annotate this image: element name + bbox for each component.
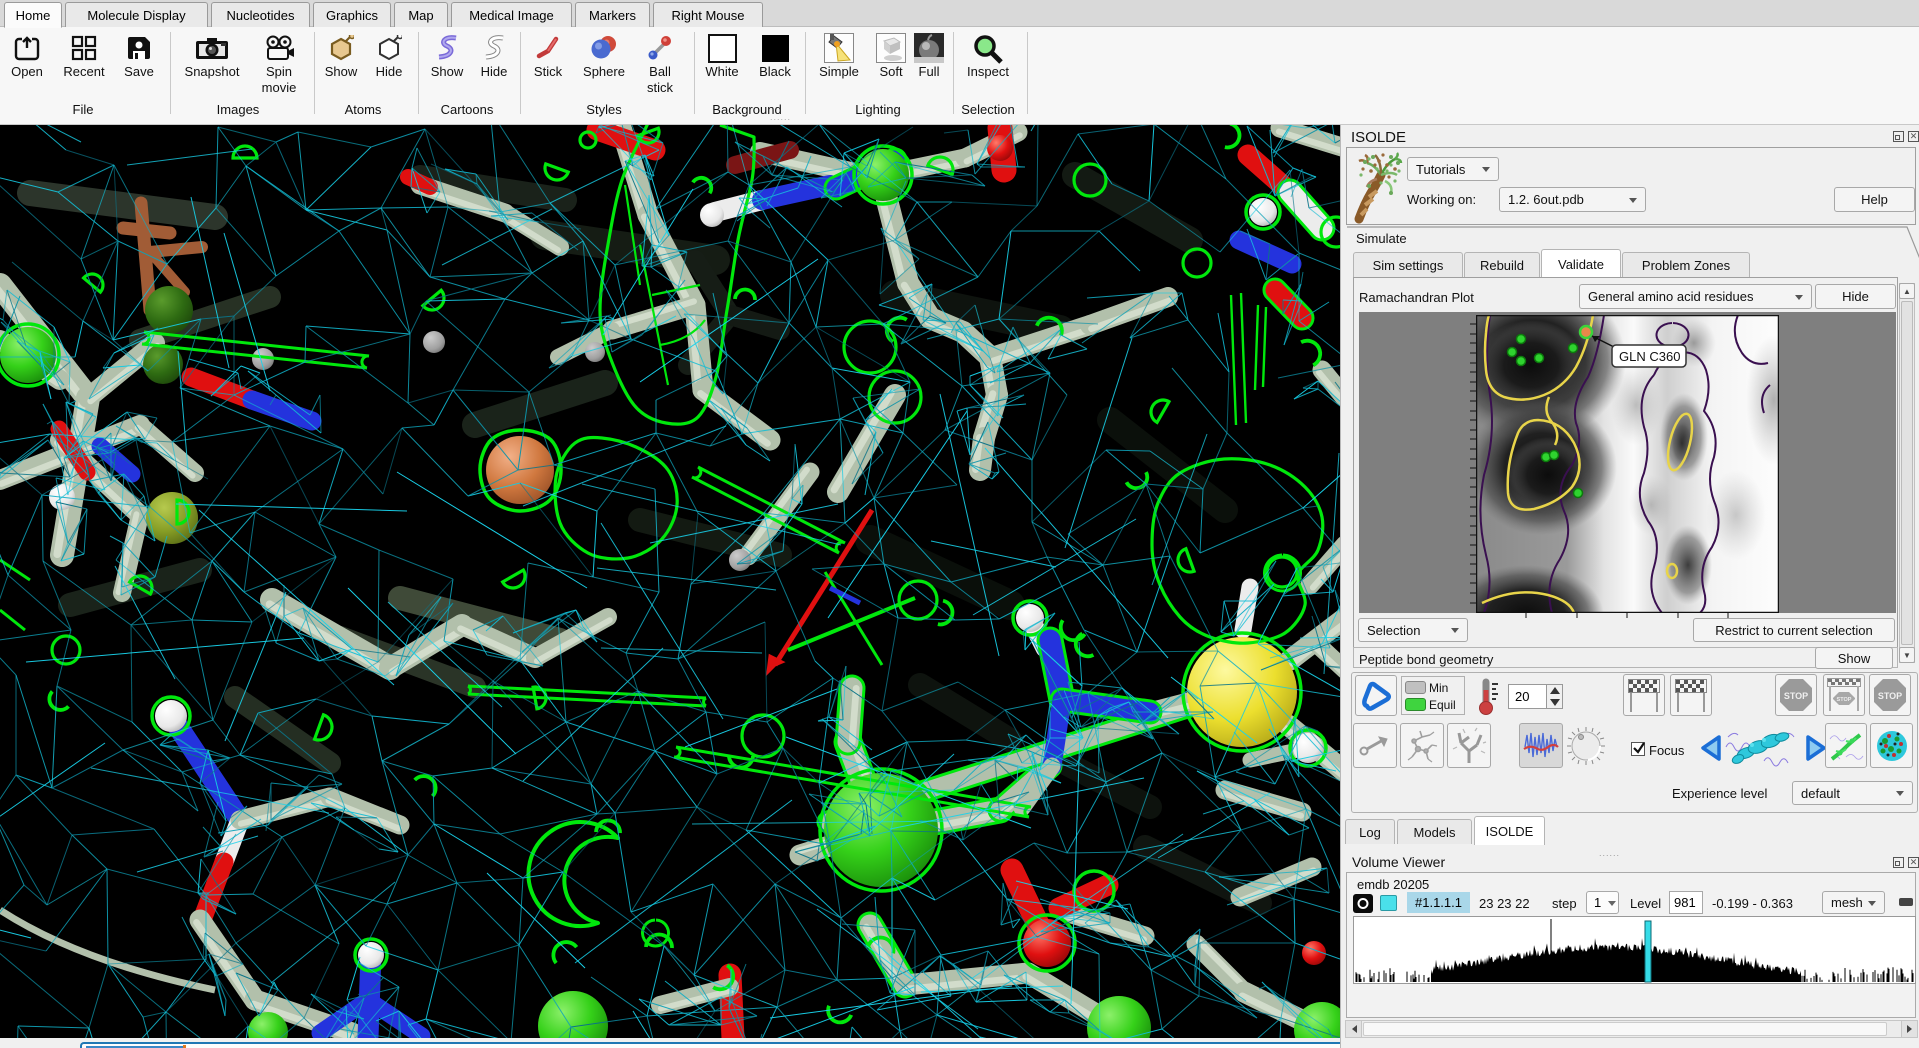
svg-text:GLN C360: GLN C360 bbox=[1619, 349, 1680, 364]
svg-text:STOP: STOP bbox=[1837, 697, 1852, 703]
svg-text:STOP: STOP bbox=[1878, 691, 1902, 701]
svg-text:STOP: STOP bbox=[1784, 691, 1808, 701]
